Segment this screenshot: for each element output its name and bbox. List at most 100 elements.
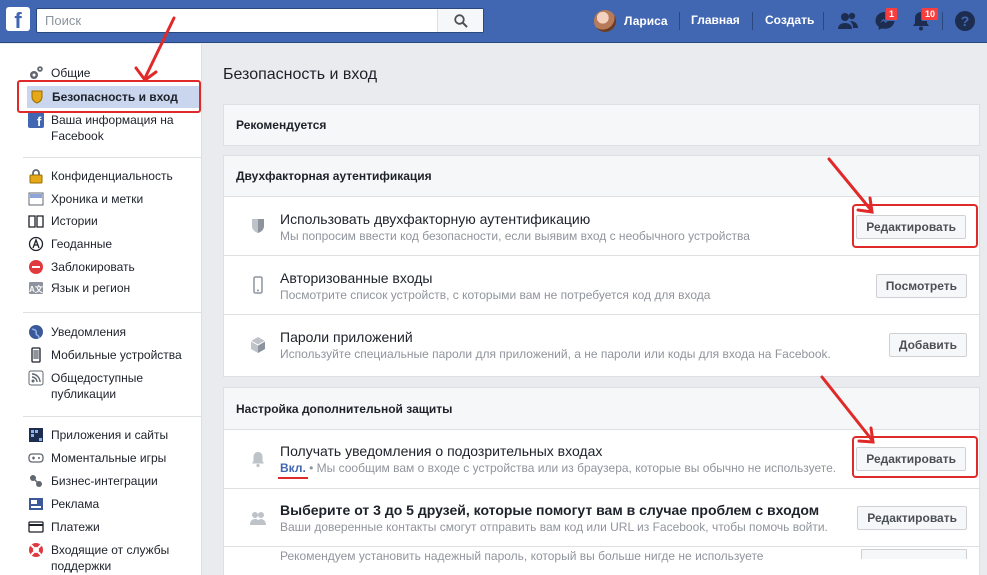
nav-divider	[752, 12, 753, 30]
sidebar-item-label: Мобильные устройства	[51, 348, 182, 362]
svg-text:?: ?	[961, 13, 970, 29]
partially-visible-button[interactable]	[861, 549, 967, 559]
row-description: Ваши доверенные контакты смогут отправит…	[280, 520, 828, 534]
friend-requests-button[interactable]	[836, 9, 860, 33]
sidebar-item-stories[interactable]: Истории	[28, 213, 198, 229]
sidebar-item-notifications[interactable]: Уведомления	[28, 324, 198, 340]
sidebar-item-label: Общедоступные публикации	[51, 371, 144, 401]
row-description: Рекомендуем установить надежный пароль, …	[280, 549, 764, 563]
sidebar-item-timeline[interactable]: Хроника и метки	[28, 191, 198, 207]
extra-security-panel: Настройка дополнительной защиты Получать…	[223, 387, 980, 575]
sidebar-item-label: Приложения и сайты	[51, 428, 169, 442]
sidebar-item-your-information[interactable]: f Ваша информация на Facebook	[28, 112, 198, 144]
sidebar-item-label: Геоданные	[51, 237, 113, 251]
recommended-panel: Рекомендуется	[223, 104, 980, 146]
annotation-underline-status	[278, 477, 308, 479]
sidebar-item-label: Моментальные игры	[51, 451, 167, 465]
lock-icon	[29, 169, 43, 184]
cube-icon	[250, 337, 266, 353]
settings-row: Рекомендуем установить надежный пароль, …	[224, 547, 979, 575]
sidebar-item-label: Входящие от службы поддержки	[51, 543, 170, 573]
add-app-password-button[interactable]: Добавить	[888, 333, 967, 357]
messages-button[interactable]: 1	[873, 7, 899, 33]
sidebar-item-apps[interactable]: Приложения и сайты	[28, 427, 198, 443]
sidebar-item-language[interactable]: A文 Язык и регион	[28, 280, 198, 296]
sidebar-divider	[23, 416, 201, 417]
annotation-frame-two-factor	[852, 204, 978, 248]
annotation-frame-login-alerts	[852, 436, 978, 478]
messages-badge: 1	[885, 7, 899, 21]
row-title: Пароли приложений	[280, 329, 413, 345]
row-title: Использовать двухфакторную аутентификаци…	[280, 211, 591, 227]
friends-icon	[838, 12, 858, 29]
recommended-header: Рекомендуется	[224, 105, 979, 145]
search-input[interactable]	[37, 9, 439, 32]
two-factor-header: Двухфакторная аутентификация	[224, 156, 979, 197]
settings-sidebar: Общие Безопасность и вход f Ваша информа…	[0, 44, 202, 575]
gamepad-icon	[28, 453, 44, 463]
sidebar-item-label: Истории	[51, 214, 98, 228]
bell-icon	[252, 452, 264, 468]
search-button[interactable]	[437, 9, 483, 32]
phone-icon	[253, 276, 263, 294]
row-description: Мы попросим ввести код безопасности, есл…	[280, 229, 750, 243]
sidebar-item-label: Ваша информация на Facebook	[51, 113, 174, 143]
facebook-logo-icon[interactable]: f	[6, 7, 30, 31]
sidebar-item-payments[interactable]: Платежи	[28, 519, 198, 535]
search-icon	[453, 13, 468, 28]
row-title: Авторизованные входы	[280, 270, 433, 286]
status-separator: •	[309, 461, 314, 475]
svg-text:A文: A文	[29, 284, 44, 294]
lifebuoy-icon	[29, 543, 43, 557]
sidebar-divider	[23, 157, 201, 158]
notifications-button[interactable]: 10	[909, 7, 940, 33]
sidebar-item-privacy[interactable]: Конфиденциальность	[28, 168, 198, 184]
sidebar-item-public-posts[interactable]: Общедоступные публикации	[28, 370, 198, 402]
book-icon	[28, 215, 44, 228]
gear-icon	[30, 66, 43, 79]
nav-divider	[942, 12, 943, 30]
timeline-icon	[28, 192, 44, 206]
search-box	[36, 8, 484, 33]
apps-icon	[29, 428, 43, 442]
globe-icon	[29, 325, 43, 339]
card-icon	[28, 521, 44, 533]
settings-row: Пароли приложений Используйте специальны…	[224, 315, 979, 376]
sidebar-item-instant-games[interactable]: Моментальные игры	[28, 450, 198, 466]
home-link[interactable]: Главная	[691, 13, 740, 27]
location-icon	[28, 236, 44, 252]
nav-divider	[679, 12, 680, 30]
svg-text:f: f	[37, 114, 42, 128]
profile-link[interactable]: Лариса	[594, 10, 668, 32]
sidebar-item-label: Уведомления	[51, 325, 127, 339]
help-button[interactable]: ?	[953, 9, 977, 33]
language-icon: A文	[29, 282, 44, 294]
facebook-icon: f	[28, 112, 44, 128]
sidebar-item-label: Общие	[51, 66, 91, 80]
sidebar-item-ads[interactable]: Реклама	[28, 496, 198, 512]
status-on-label: Вкл.	[280, 461, 306, 475]
settings-row: Выберите от 3 до 5 друзей, которые помог…	[224, 489, 979, 547]
friends-icon	[250, 512, 266, 525]
sidebar-item-general[interactable]: Общие	[28, 65, 198, 81]
edit-trusted-contacts-button[interactable]: Редактировать	[857, 506, 967, 530]
notifications-badge: 10	[921, 7, 940, 21]
row-description-text: Мы сообщим вам о входе с устройства или …	[316, 461, 837, 475]
sidebar-item-location[interactable]: Геоданные	[28, 236, 198, 252]
view-authorized-logins-button[interactable]: Посмотреть	[875, 274, 967, 298]
mobile-icon	[31, 347, 41, 363]
create-link[interactable]: Создать	[765, 13, 814, 27]
extra-security-header: Настройка дополнительной защиты	[224, 388, 979, 430]
sidebar-item-support-inbox[interactable]: Входящие от службы поддержки	[28, 542, 198, 574]
sidebar-item-blocking[interactable]: Заблокировать	[28, 259, 198, 275]
sidebar-item-label: Заблокировать	[51, 260, 135, 274]
sidebar-item-business[interactable]: Бизнес-интеграции	[28, 473, 198, 489]
sidebar-divider	[23, 312, 201, 313]
help-icon: ?	[955, 11, 975, 31]
sidebar-item-mobile[interactable]: Мобильные устройства	[28, 347, 198, 363]
sidebar-item-label: Язык и регион	[51, 281, 131, 295]
rss-icon	[28, 370, 44, 386]
business-icon	[30, 475, 42, 487]
avatar	[594, 10, 616, 32]
sidebar-item-label: Конфиденциальность	[51, 169, 173, 183]
